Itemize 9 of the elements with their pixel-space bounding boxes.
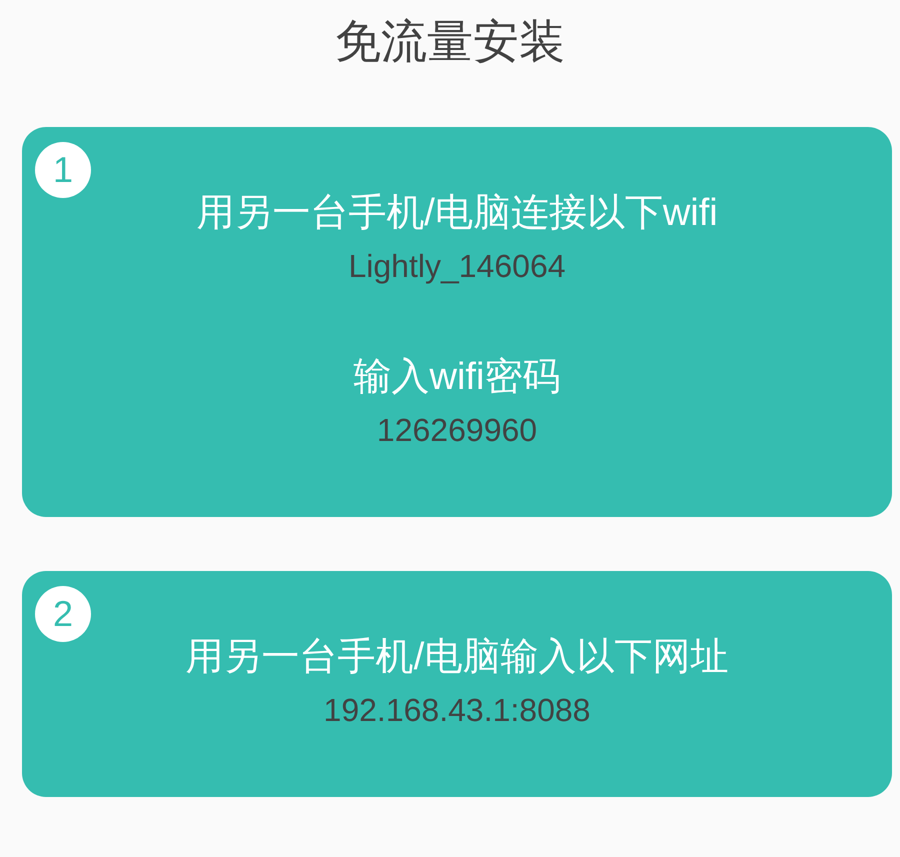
- step-number-badge: 2: [35, 586, 91, 642]
- value-text: Lightly_146064: [348, 247, 566, 286]
- value-text: 126269960: [376, 411, 538, 450]
- step-number-badge: 1: [35, 142, 91, 198]
- instruction-text: 用另一台手机/电脑输入以下网址: [186, 635, 728, 680]
- instruction-text: 用另一台手机/电脑连接以下wifi: [196, 191, 718, 236]
- value-text: 192.168.43.1:8088: [324, 691, 590, 730]
- page-title: 免流量安装: [335, 14, 565, 69]
- instruction-text: 输入wifi密码: [354, 355, 560, 400]
